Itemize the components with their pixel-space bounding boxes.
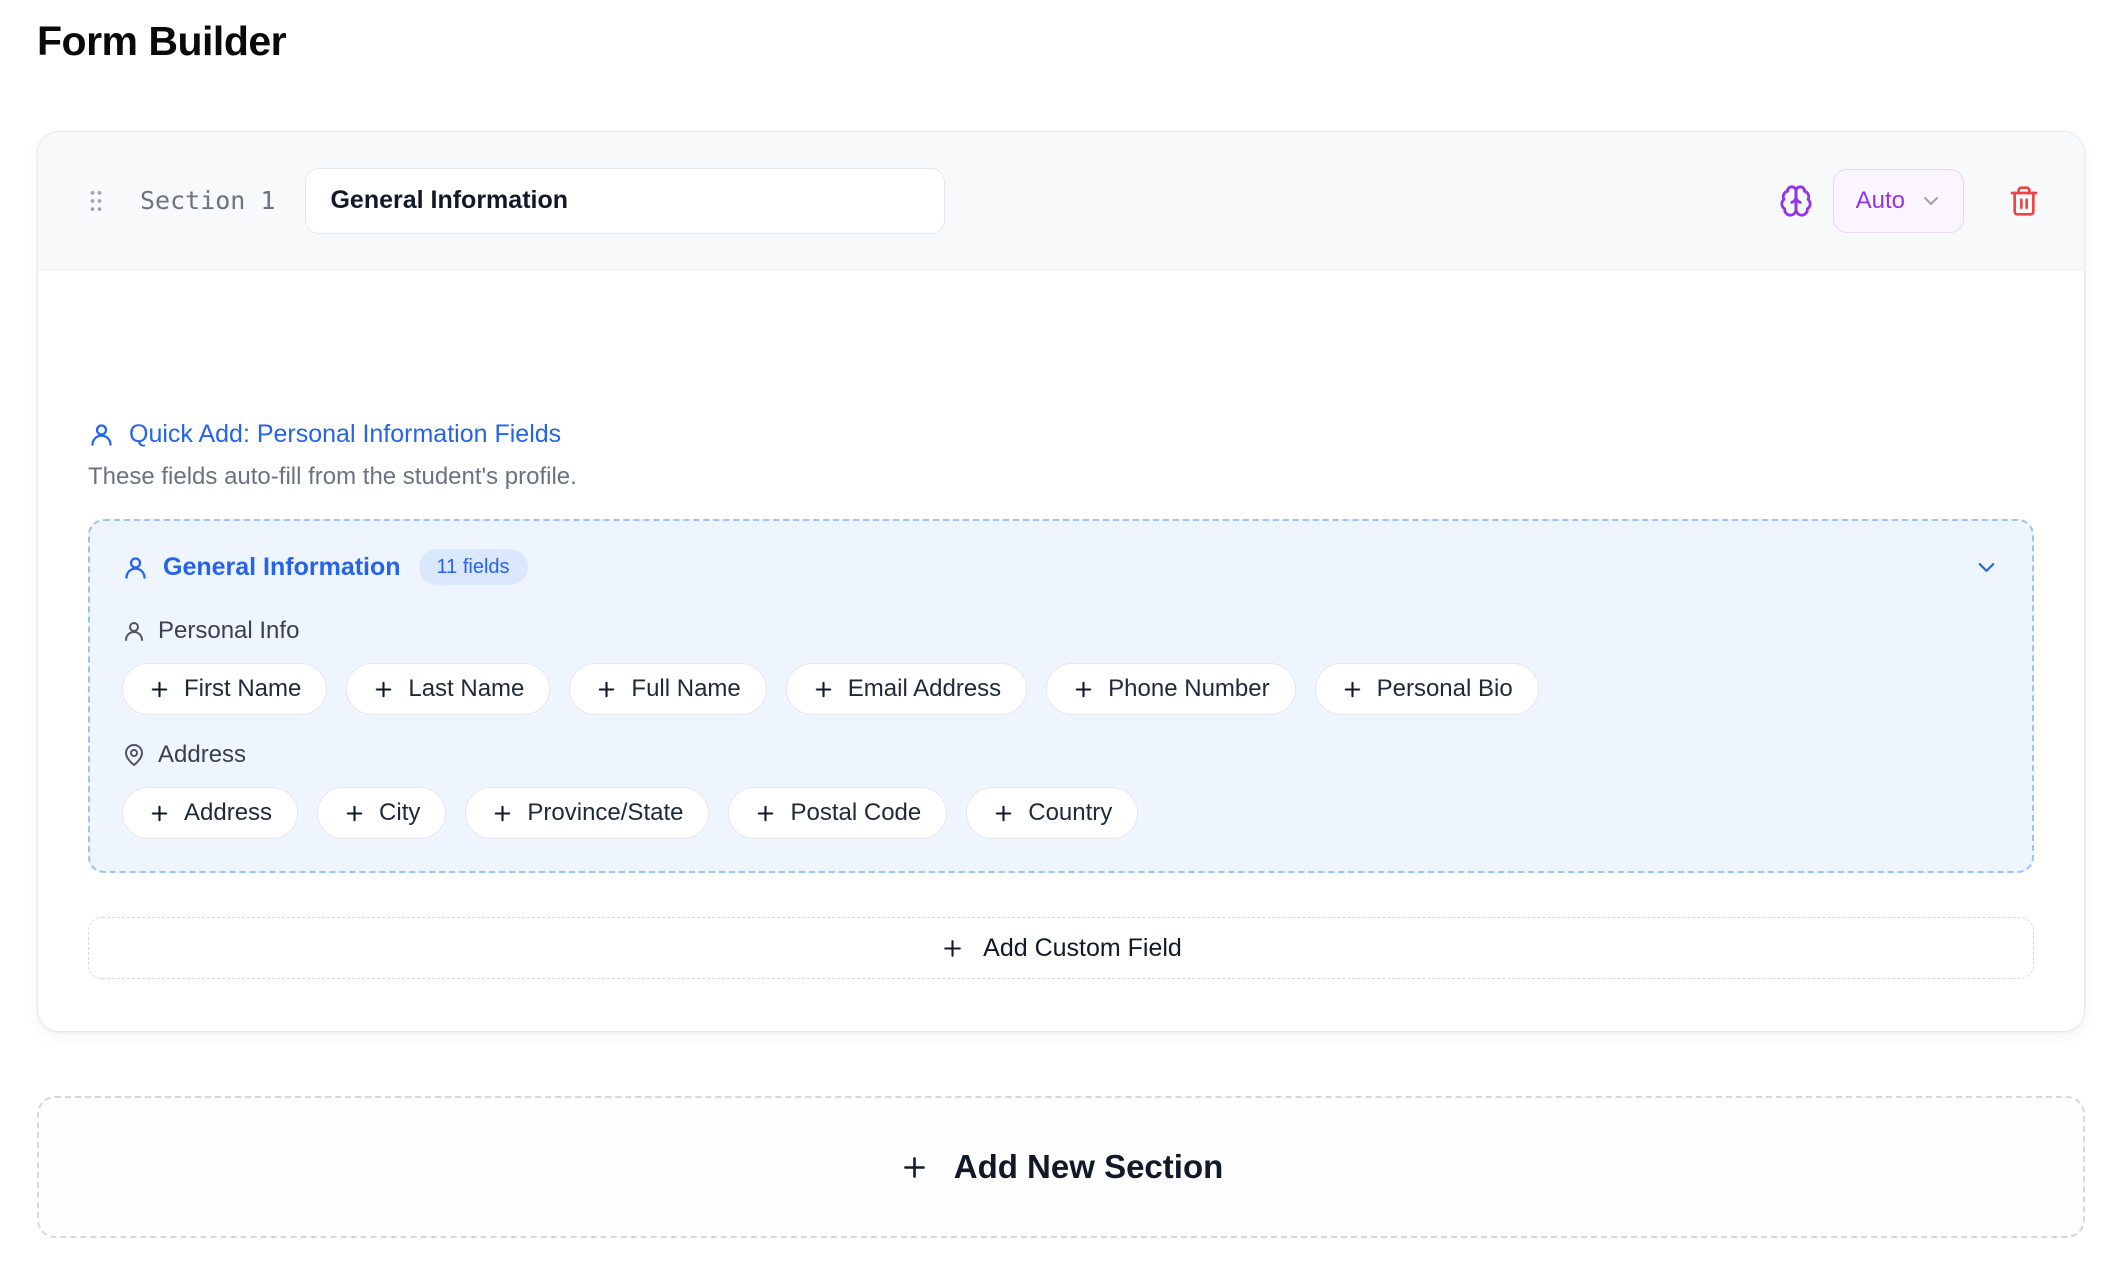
add-field-address[interactable]: Address bbox=[122, 787, 298, 839]
plus-icon bbox=[595, 678, 618, 701]
plus-icon bbox=[899, 1152, 930, 1183]
quick-add-title-text: Quick Add: Personal Information Fields bbox=[129, 420, 561, 449]
quick-add-panel-title: General Information bbox=[163, 553, 401, 582]
add-field-postal-code[interactable]: Postal Code bbox=[728, 787, 947, 839]
plus-icon bbox=[812, 678, 835, 701]
section-card: Section 1 Auto Quick Add: Personal Infor… bbox=[37, 131, 2085, 1032]
group-label-text: Address bbox=[158, 741, 246, 769]
add-field-first-name[interactable]: First Name bbox=[122, 663, 327, 715]
plus-icon bbox=[1072, 678, 1095, 701]
form-builder-page: Form Builder Section 1 Auto bbox=[0, 0, 2122, 1238]
add-field-province-state[interactable]: Province/State bbox=[465, 787, 709, 839]
quick-add-subtitle: These fields auto-fill from the student'… bbox=[88, 463, 2034, 491]
add-custom-field-button[interactable]: Add Custom Field bbox=[88, 917, 2034, 979]
plus-icon bbox=[343, 802, 366, 825]
chevron-down-icon bbox=[1973, 554, 2000, 581]
plus-icon bbox=[148, 678, 171, 701]
mode-select[interactable]: Auto bbox=[1833, 169, 1964, 233]
add-field-personal-bio[interactable]: Personal Bio bbox=[1315, 663, 1539, 715]
section-card-header: Section 1 Auto bbox=[38, 132, 2084, 270]
quick-add-title: Quick Add: Personal Information Fields bbox=[88, 420, 2034, 449]
quick-add-panel-header[interactable]: General Information 11 fields bbox=[122, 549, 2000, 585]
user-icon bbox=[122, 554, 149, 581]
add-field-last-name[interactable]: Last Name bbox=[346, 663, 550, 715]
group-label-personal-info: Personal Info bbox=[122, 617, 2000, 645]
user-icon bbox=[88, 421, 115, 448]
add-field-email-address[interactable]: Email Address bbox=[786, 663, 1027, 715]
plus-icon bbox=[940, 936, 965, 961]
section-title-input[interactable] bbox=[305, 168, 945, 234]
plus-icon bbox=[1341, 678, 1364, 701]
group-label-address: Address bbox=[122, 741, 2000, 769]
section-card-body: Quick Add: Personal Information Fields T… bbox=[38, 270, 2084, 1031]
mode-select-value: Auto bbox=[1856, 187, 1905, 215]
add-field-full-name[interactable]: Full Name bbox=[569, 663, 766, 715]
add-field-city[interactable]: City bbox=[317, 787, 446, 839]
delete-section-button[interactable] bbox=[2008, 185, 2040, 217]
chevron-down-icon bbox=[1919, 189, 1943, 213]
collapse-panel-button[interactable] bbox=[1973, 554, 2000, 581]
map-pin-icon bbox=[122, 743, 146, 767]
trash-icon bbox=[2008, 185, 2040, 217]
user-icon bbox=[122, 619, 146, 643]
add-field-phone-number[interactable]: Phone Number bbox=[1046, 663, 1295, 715]
add-field-country[interactable]: Country bbox=[966, 787, 1138, 839]
plus-icon bbox=[148, 802, 171, 825]
address-fields: Address City Province/State Postal Code bbox=[122, 787, 2000, 839]
section-header-actions: Auto bbox=[1779, 169, 2040, 233]
brain-icon[interactable] bbox=[1779, 184, 1813, 218]
plus-icon bbox=[372, 678, 395, 701]
section-number-label: Section 1 bbox=[140, 186, 275, 215]
personal-info-fields: First Name Last Name Full Name Email Add… bbox=[122, 663, 2000, 715]
page-title: Form Builder bbox=[37, 18, 2085, 65]
drag-handle-icon[interactable] bbox=[82, 187, 110, 215]
add-new-section-button[interactable]: Add New Section bbox=[37, 1096, 2085, 1238]
plus-icon bbox=[491, 802, 514, 825]
plus-icon bbox=[992, 802, 1015, 825]
group-label-text: Personal Info bbox=[158, 617, 299, 645]
fields-count-badge: 11 fields bbox=[419, 549, 528, 585]
quick-add-panel: General Information 11 fields Personal I… bbox=[88, 519, 2034, 873]
plus-icon bbox=[754, 802, 777, 825]
